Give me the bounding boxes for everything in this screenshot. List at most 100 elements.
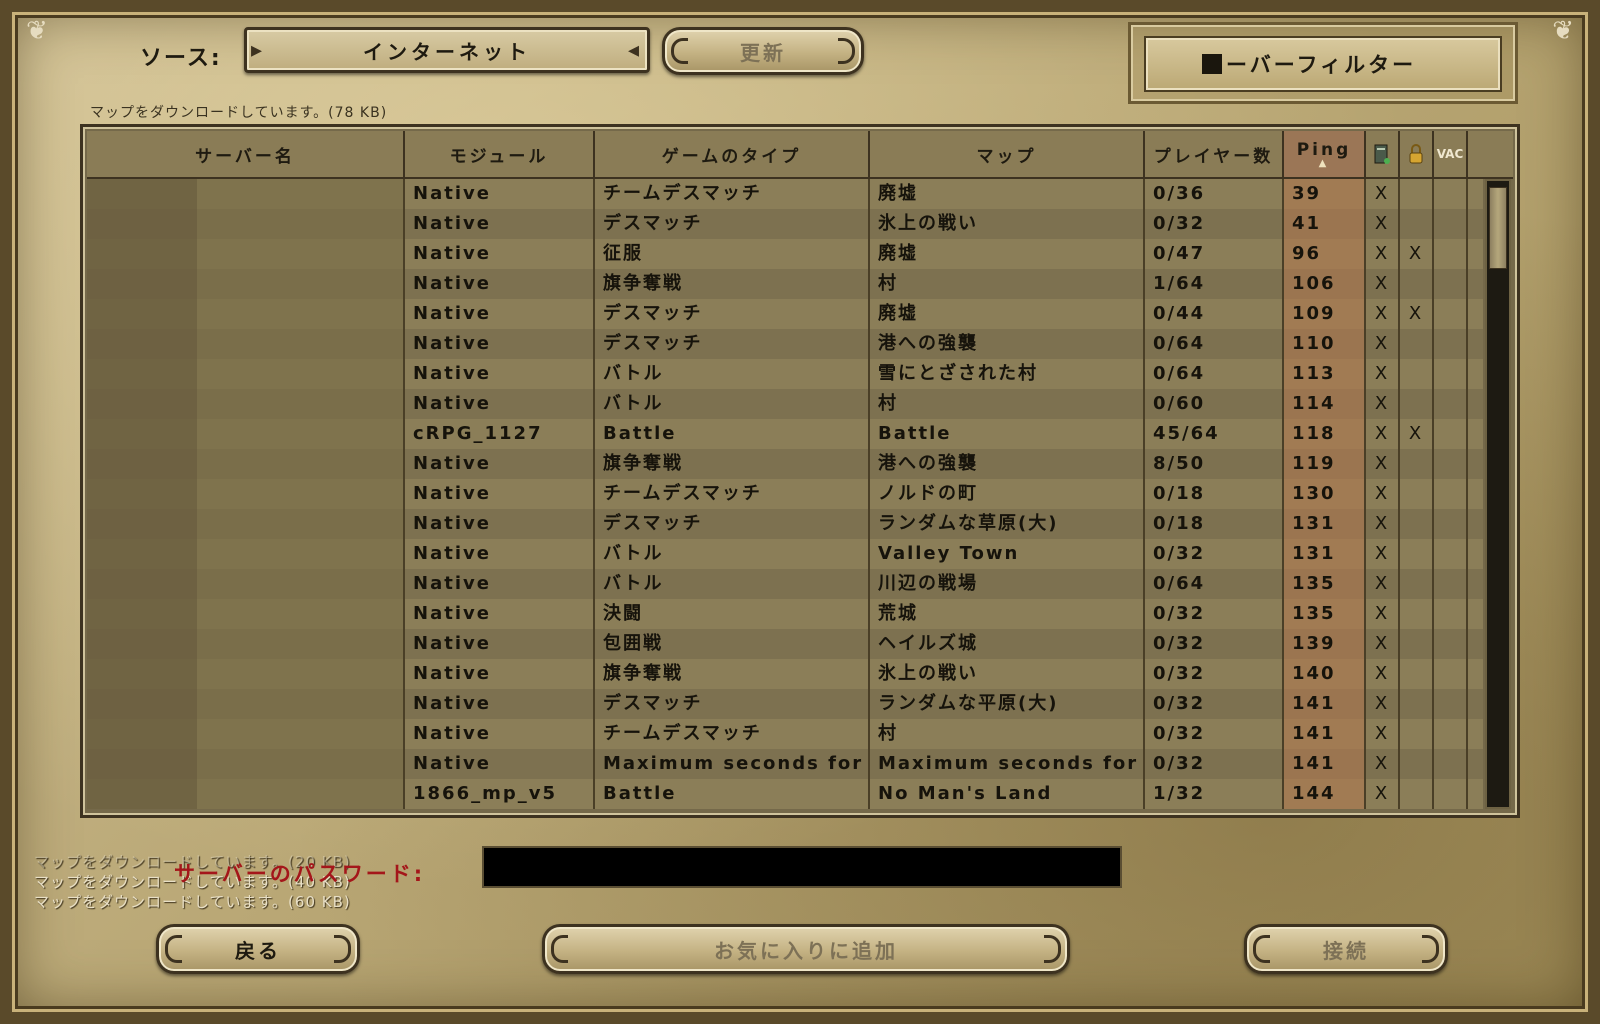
- table-row[interactable]: Native チームデスマッチ村 0/32 141 X: [87, 719, 1483, 749]
- module-cell: Native: [405, 329, 595, 359]
- redacted-name: [87, 599, 197, 629]
- table-row[interactable]: Native バトル村 0/60 114 X: [87, 389, 1483, 419]
- server-name-cell: [87, 269, 405, 299]
- ping-cell: 114: [1284, 389, 1366, 419]
- table-row[interactable]: Native 征服 廃墟 0/47 96 X X: [87, 239, 1483, 269]
- pw-cell: [1400, 449, 1434, 479]
- server-icon: [1374, 144, 1390, 164]
- module-cell: Native: [405, 509, 595, 539]
- pw-cell: [1400, 629, 1434, 659]
- redacted-name: [87, 629, 197, 659]
- gametype-cell: 旗争奪戦: [595, 659, 870, 689]
- header-vac[interactable]: VAC: [1434, 131, 1468, 177]
- gametype-cell: バトル: [595, 539, 870, 569]
- table-row[interactable]: Native デスマッチ 氷上の戦い 0/32 41 X: [87, 209, 1483, 239]
- map-cell: 雪にとざされた村: [870, 359, 1145, 389]
- server-table: サーバー名 モジュール ゲームのタイプ マップ プレイヤー数 Ping ▲ VA…: [80, 124, 1520, 818]
- ded-cell: X: [1366, 749, 1400, 779]
- pw-cell: [1400, 599, 1434, 629]
- module-cell: Native: [405, 209, 595, 239]
- ping-cell: 141: [1284, 719, 1366, 749]
- vac-cell: [1434, 509, 1468, 539]
- players-cell: 0/64: [1145, 569, 1284, 599]
- table-row[interactable]: Native バトル 雪にとざされた村 0/64 113 X: [87, 359, 1483, 389]
- ping-cell: 144: [1284, 779, 1366, 809]
- table-row[interactable]: Native 旗争奪戦 港への強襲 8/50 119 X: [87, 449, 1483, 479]
- vac-cell: [1434, 659, 1468, 689]
- server-name-cell: [87, 629, 405, 659]
- table-row[interactable]: Native デスマッチ 廃墟 0/44 109 X X: [87, 299, 1483, 329]
- table-row[interactable]: cRPG_1127 Battle Battle 45/64 118 X X: [87, 419, 1483, 449]
- pw-cell: [1400, 329, 1434, 359]
- table-row[interactable]: Native チームデスマッチ 廃墟 0/36 39 X: [87, 179, 1483, 209]
- ping-cell: 113: [1284, 359, 1366, 389]
- module-cell: Native: [405, 659, 595, 689]
- ping-cell: 139: [1284, 629, 1366, 659]
- vac-cell: [1434, 449, 1468, 479]
- ded-cell: X: [1366, 719, 1400, 749]
- source-selected: インターネット: [363, 39, 531, 64]
- add-favorite-button[interactable]: お気に入りに追加: [542, 924, 1070, 974]
- connect-button[interactable]: 接続: [1244, 924, 1448, 974]
- players-cell: 0/32: [1145, 629, 1284, 659]
- players-cell: 8/50: [1145, 449, 1284, 479]
- map-cell: 廃墟: [870, 179, 1145, 209]
- players-cell: 0/18: [1145, 509, 1284, 539]
- module-cell: Native: [405, 569, 595, 599]
- scrollbar-thumb[interactable]: [1489, 187, 1507, 269]
- header-module[interactable]: モジュール: [405, 131, 595, 177]
- pw-cell: X: [1400, 419, 1434, 449]
- table-row[interactable]: Native 旗争奪戦 氷上の戦い 0/32 140 X: [87, 659, 1483, 689]
- chevron-right-icon: ▸: [251, 38, 267, 63]
- header-map[interactable]: マップ: [870, 131, 1145, 177]
- server-name-cell: [87, 719, 405, 749]
- module-cell: Native: [405, 719, 595, 749]
- header-ping[interactable]: Ping ▲: [1284, 131, 1366, 177]
- password-input[interactable]: [482, 846, 1122, 888]
- redacted-name: [87, 389, 197, 419]
- map-cell: 廃墟: [870, 299, 1145, 329]
- table-row[interactable]: Native 決闘 荒城 0/32 135 X: [87, 599, 1483, 629]
- back-button[interactable]: 戻る: [156, 924, 360, 974]
- ping-cell: 109: [1284, 299, 1366, 329]
- map-cell: 荒城: [870, 599, 1145, 629]
- server-name-cell: [87, 449, 405, 479]
- ping-cell: 118: [1284, 419, 1366, 449]
- scrollbar[interactable]: [1485, 179, 1511, 809]
- header-dedicated[interactable]: [1366, 131, 1400, 177]
- module-cell: 1866_mp_v5: [405, 779, 595, 809]
- ping-cell: 106: [1284, 269, 1366, 299]
- checkbox-icon[interactable]: [1202, 54, 1222, 74]
- table-row[interactable]: Native チームデスマッチ ノルドの町 0/18 130 X: [87, 479, 1483, 509]
- header-players[interactable]: プレイヤー数: [1145, 131, 1284, 177]
- header-password[interactable]: [1400, 131, 1434, 177]
- ded-cell: X: [1366, 299, 1400, 329]
- players-cell: 0/18: [1145, 479, 1284, 509]
- table-row[interactable]: Native デスマッチ 港への強襲 0/64 110 X: [87, 329, 1483, 359]
- module-cell: Native: [405, 599, 595, 629]
- players-cell: 0/32: [1145, 209, 1284, 239]
- ping-cell: 141: [1284, 749, 1366, 779]
- table-row[interactable]: Native Maximum seconds for ... Maximum sec…: [87, 749, 1483, 779]
- ded-cell: X: [1366, 479, 1400, 509]
- ping-cell: 140: [1284, 659, 1366, 689]
- table-body: Native チームデスマッチ 廃墟 0/36 39 X Native デスマッチ 氷上の戦い 0…: [87, 179, 1483, 811]
- server-filter-toggle[interactable]: サーバーフィルター: [1144, 36, 1502, 92]
- table-row[interactable]: Native 旗争奪戦村 1/64 106 X: [87, 269, 1483, 299]
- table-row[interactable]: Native バトル 川辺の戦場 0/64 135 X: [87, 569, 1483, 599]
- refresh-button[interactable]: 更新: [662, 27, 864, 75]
- map-cell: 港への強襲: [870, 329, 1145, 359]
- table-row[interactable]: Native デスマッチ ランダムな草原(大) 0/18 131 X: [87, 509, 1483, 539]
- table-row[interactable]: Native バトル Valley Town 0/32 131 X: [87, 539, 1483, 569]
- ded-cell: X: [1366, 329, 1400, 359]
- source-dropdown[interactable]: ▸ インターネット ◂: [244, 27, 650, 73]
- redacted-name: [87, 269, 197, 299]
- header-server-name[interactable]: サーバー名: [87, 131, 405, 177]
- vac-cell: [1434, 389, 1468, 419]
- header-game-type[interactable]: ゲームのタイプ: [595, 131, 870, 177]
- pw-cell: [1400, 179, 1434, 209]
- table-row[interactable]: 1866_mp_v5 Battle No Man's Land 1/32 144 X: [87, 779, 1483, 809]
- map-cell: No Man's Land: [870, 779, 1145, 809]
- table-row[interactable]: Native デスマッチ ランダムな平原(大) 0/32 141 X: [87, 689, 1483, 719]
- table-row[interactable]: Native 包囲戦 ヘイルズ城 0/32 139 X: [87, 629, 1483, 659]
